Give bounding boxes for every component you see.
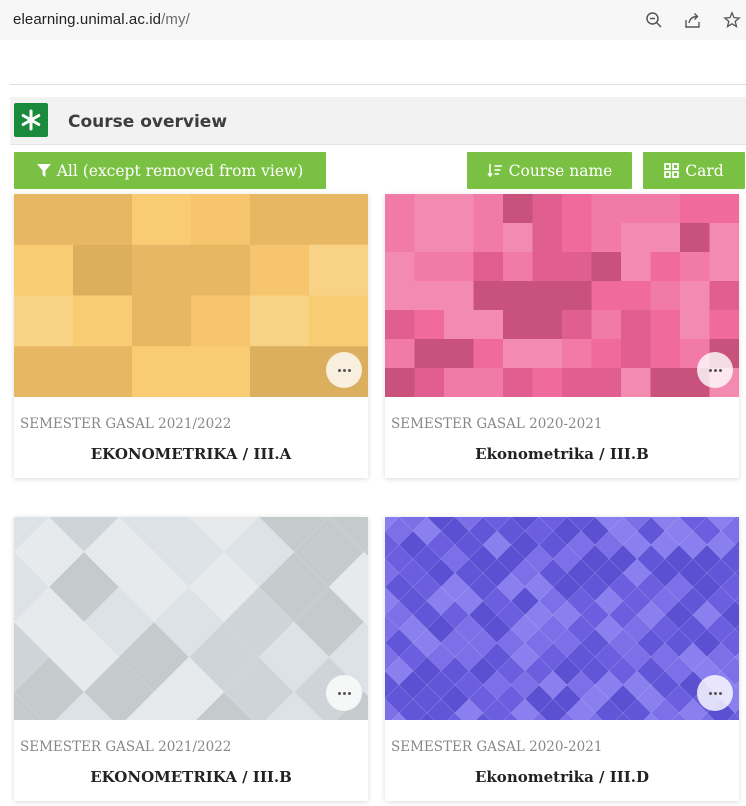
- course-image: [14, 517, 368, 720]
- filter-icon: [36, 163, 51, 177]
- course-name[interactable]: Ekonometrika / III.B: [385, 445, 739, 478]
- more-actions-button[interactable]: [326, 352, 362, 388]
- course-image: [14, 194, 368, 397]
- more-actions-button[interactable]: [697, 675, 733, 711]
- browser-address-bar: elearning.unimal.ac.id/my/: [0, 0, 746, 40]
- sort-icon: [487, 164, 502, 178]
- filter-dropdown-button[interactable]: All (except removed from view): [14, 152, 326, 189]
- url-path: /my/: [161, 11, 190, 28]
- block-title: Course overview: [68, 112, 228, 132]
- url-field[interactable]: elearning.unimal.ac.id/my/: [13, 11, 190, 28]
- divider: [10, 84, 746, 85]
- sort-dropdown-button[interactable]: Course name: [467, 152, 632, 189]
- sort-label: Course name: [508, 161, 613, 180]
- view-label: Card: [685, 161, 724, 180]
- course-category: SEMESTER GASAL 2021/2022: [20, 739, 232, 755]
- grid-icon: [664, 163, 680, 178]
- course-image: [385, 194, 739, 397]
- course-image: [385, 517, 739, 720]
- view-dropdown-button[interactable]: Card: [643, 152, 745, 189]
- course-name[interactable]: Ekonometrika / III.D: [385, 768, 739, 801]
- course-card[interactable]: SEMESTER GASAL 2020-2021 Ekonometrika / …: [385, 517, 739, 801]
- course-card[interactable]: SEMESTER GASAL 2021/2022 EKONOMETRIKA / …: [14, 517, 368, 801]
- course-card[interactable]: SEMESTER GASAL 2021/2022 EKONOMETRIKA / …: [14, 194, 368, 478]
- course-name[interactable]: EKONOMETRIKA / III.A: [14, 445, 368, 478]
- filter-label: All (except removed from view): [56, 161, 304, 180]
- course-card[interactable]: SEMESTER GASAL 2020-2021 Ekonometrika / …: [385, 194, 739, 478]
- course-name[interactable]: EKONOMETRIKA / III.B: [14, 768, 368, 801]
- asterisk-icon: [14, 103, 48, 137]
- course-category: SEMESTER GASAL 2020-2021: [391, 739, 603, 755]
- more-actions-button[interactable]: [697, 352, 733, 388]
- course-category: SEMESTER GASAL 2020-2021: [391, 416, 603, 432]
- share-icon[interactable]: [682, 9, 704, 31]
- url-host: elearning.unimal.ac.id: [13, 11, 162, 28]
- course-category: SEMESTER GASAL 2021/2022: [20, 416, 232, 432]
- zoom-out-icon[interactable]: [643, 9, 665, 31]
- more-actions-button[interactable]: [326, 675, 362, 711]
- course-overview-header: Course overview: [10, 97, 746, 145]
- bookmark-star-icon[interactable]: [721, 9, 743, 31]
